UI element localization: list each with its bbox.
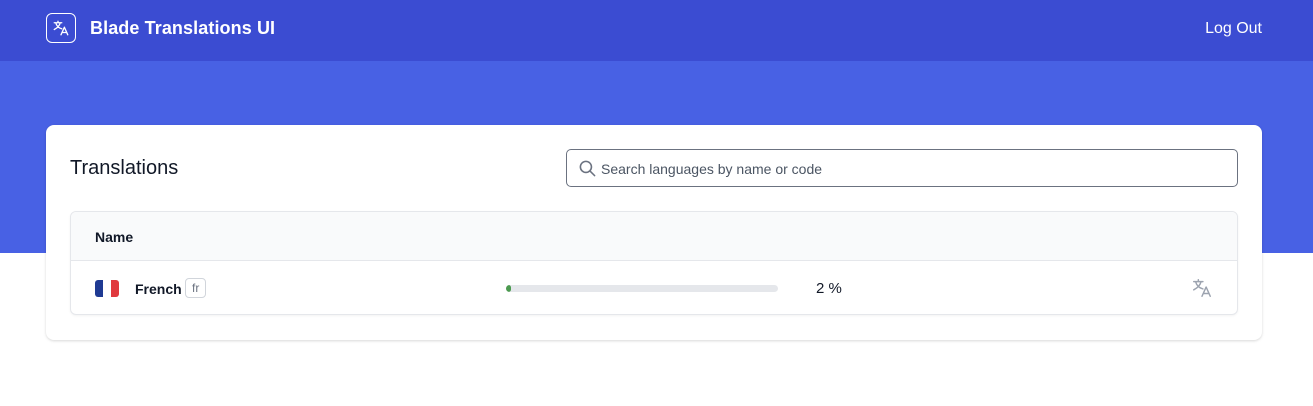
france-flag xyxy=(95,280,119,297)
top-navbar: Blade Translations UI Log Out xyxy=(0,0,1313,61)
progress-percent: 2 % xyxy=(816,280,842,297)
search-input[interactable] xyxy=(599,150,1223,188)
language-code-badge: fr xyxy=(185,278,207,298)
languages-table: Name French fr 2 % xyxy=(70,211,1238,315)
page-title: Translations xyxy=(70,157,179,179)
translate-icon xyxy=(46,13,76,43)
search-icon xyxy=(579,160,596,177)
brand[interactable]: Blade Translations UI xyxy=(46,13,275,43)
language-name: French xyxy=(135,281,182,297)
app-title: Blade Translations UI xyxy=(90,17,276,38)
progress-bar-fill xyxy=(506,285,512,292)
translate-icon xyxy=(1193,279,1211,297)
translate-button[interactable] xyxy=(1191,277,1215,299)
translations-card: Translations Name French fr 2 % xyxy=(46,125,1262,340)
table-row[interactable]: French fr 2 % xyxy=(71,261,1237,314)
column-header-name: Name xyxy=(95,229,134,245)
search-box[interactable] xyxy=(566,149,1238,188)
logout-link[interactable]: Log Out xyxy=(1205,20,1262,38)
progress-bar xyxy=(506,285,778,292)
table-header: Name xyxy=(71,212,1237,261)
